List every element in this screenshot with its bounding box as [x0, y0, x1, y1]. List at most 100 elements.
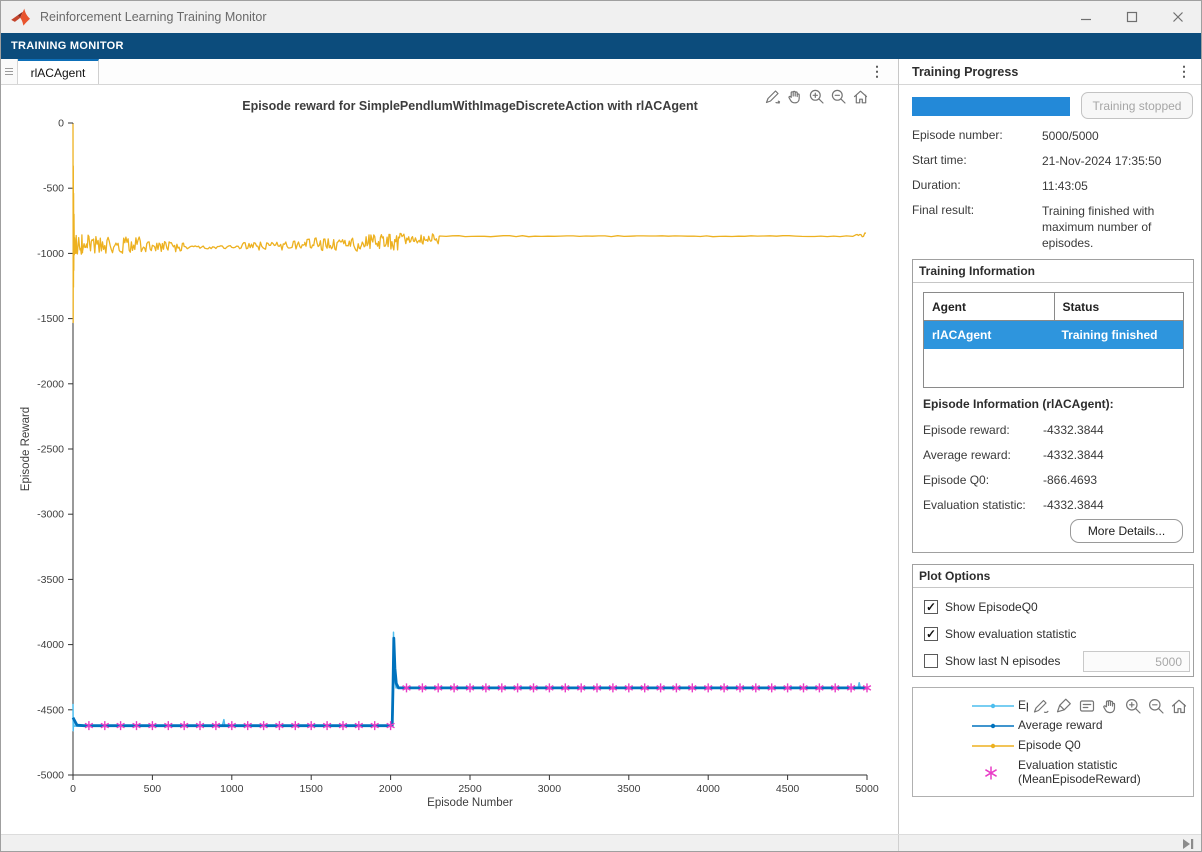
maximize-button[interactable]	[1109, 1, 1155, 33]
more-details-button[interactable]: More Details...	[1070, 519, 1183, 543]
last-n-episodes-input[interactable]	[1083, 651, 1190, 672]
legend-label: Episode Q0	[1018, 739, 1081, 753]
reward-chart: 0500100015002000250030003500400045005000…	[9, 86, 898, 832]
show-last-n-episodes-row: Show last N episodes	[924, 651, 1060, 671]
show-evaluation-statistic-row: Show evaluation statistic	[924, 624, 1076, 644]
episode-number-value: 5000/5000	[1042, 128, 1194, 144]
svg-text:3000: 3000	[538, 783, 562, 795]
brush-icon	[1055, 697, 1073, 715]
svg-text:Episode reward for SimplePendl: Episode reward for SimplePendlumWithImag…	[242, 99, 698, 113]
export-icon	[764, 88, 781, 105]
zoom-in-icon	[808, 88, 825, 105]
show-last-n-episodes-checkbox[interactable]	[924, 654, 938, 668]
pan-icon	[1101, 697, 1119, 715]
zoom-in-button[interactable]	[1122, 696, 1143, 717]
matlab-logo-icon	[11, 8, 31, 26]
training-information-title: Training Information	[919, 264, 1035, 278]
legend-entry-evaluation-statistic[interactable]: Evaluation statistic(MeanEpisodeReward)	[913, 757, 1193, 787]
document-area: rlACAgent ⋮ 0500100015002000250030003500…	[1, 59, 898, 834]
datatips-icon	[1078, 697, 1096, 715]
toolstrip-ribbon: TRAINING MONITOR	[1, 33, 1201, 59]
tab-label: rlACAgent	[31, 66, 86, 80]
svg-text:Episode Number: Episode Number	[427, 797, 513, 809]
svg-text:0: 0	[70, 783, 76, 795]
progress-fill	[912, 97, 1070, 116]
legend-label: Evaluation statistic(MeanEpisodeReward)	[1018, 759, 1141, 787]
ribbon-tab-training-monitor[interactable]: TRAINING MONITOR	[11, 40, 124, 52]
document-tab-bar: rlACAgent ⋮	[1, 59, 898, 85]
zoom-out-icon	[830, 88, 847, 105]
pan-button[interactable]	[785, 87, 804, 106]
table-row[interactable]: rlACAgent Training finished	[924, 321, 1183, 349]
final-result-value: Training finished with maximum number of…	[1042, 203, 1194, 252]
tab-rlacagent[interactable]: rlACAgent	[18, 59, 99, 84]
svg-text:-4500: -4500	[37, 704, 64, 716]
home-icon	[852, 88, 869, 105]
agent-cell: rlACAgent	[924, 321, 1054, 349]
restore-view-button[interactable]	[1168, 696, 1189, 717]
zoom-out-button[interactable]	[829, 87, 848, 106]
svg-text:1000: 1000	[220, 783, 244, 795]
svg-text:-2000: -2000	[37, 378, 64, 390]
svg-text:3500: 3500	[617, 783, 641, 795]
start-time-label: Start time:	[912, 153, 967, 167]
home-icon	[1170, 697, 1188, 715]
panel-kebab-menu-icon[interactable]: ⋮	[1177, 64, 1191, 78]
show-evaluation-statistic-label: Show evaluation statistic	[945, 627, 1076, 641]
final-result-label: Final result:	[912, 203, 974, 217]
zoom-in-button[interactable]	[807, 87, 826, 106]
pan-icon	[786, 88, 803, 105]
duration-value: 11:43:05	[1042, 178, 1194, 194]
brush-button[interactable]	[1053, 696, 1074, 717]
svg-text:5000: 5000	[855, 783, 879, 795]
pan-button[interactable]	[1099, 696, 1120, 717]
maximize-icon	[1126, 11, 1138, 23]
episode-q0-marker-icon	[971, 741, 1015, 751]
export-button[interactable]	[763, 87, 782, 106]
training-information-header: Training Information	[913, 260, 1193, 283]
skip-to-end-icon[interactable]	[1181, 838, 1195, 850]
status-cell: Training finished	[1054, 321, 1184, 349]
episode-reward-value: -4332.3844	[1043, 423, 1104, 437]
window-title: Reinforcement Learning Training Monitor	[40, 10, 267, 24]
zoom-out-button[interactable]	[1145, 696, 1166, 717]
panel-header: Training Progress ⋮	[899, 59, 1202, 85]
agent-status-table: Agent Status rlACAgent Training finished	[923, 292, 1184, 388]
datatips-button[interactable]	[1076, 696, 1097, 717]
episode-q0-value: -866.4693	[1043, 473, 1097, 487]
tab-grip-icon[interactable]	[1, 59, 18, 84]
minimize-button[interactable]	[1063, 1, 1109, 33]
svg-text:-1500: -1500	[37, 313, 64, 325]
legend-label: Average reward	[1018, 719, 1103, 733]
training-stopped-button[interactable]: Training stopped	[1081, 92, 1193, 119]
show-episodeq0-label: Show EpisodeQ0	[945, 600, 1038, 614]
legend-axes-toolbar	[1028, 693, 1191, 719]
average-reward-label: Average reward:	[923, 448, 1011, 462]
legend-entry-episode-q0[interactable]: Episode Q0	[913, 737, 1193, 755]
plot-options-title: Plot Options	[919, 569, 990, 583]
axes-toolbar	[761, 86, 872, 107]
reward-chart-svg[interactable]: 0500100015002000250030003500400045005000…	[9, 86, 898, 832]
tabbar-kebab-menu-icon[interactable]: ⋮	[870, 64, 884, 78]
svg-text:2000: 2000	[379, 783, 403, 795]
show-episodeq0-checkbox[interactable]	[924, 600, 938, 614]
episode-information-title: Episode Information (rlACAgent):	[923, 397, 1114, 411]
restore-view-button[interactable]	[851, 87, 870, 106]
episode-number-label: Episode number:	[912, 128, 1003, 142]
show-evaluation-statistic-checkbox[interactable]	[924, 627, 938, 641]
export-button[interactable]	[1030, 696, 1051, 717]
close-button[interactable]	[1155, 1, 1201, 33]
show-episodeq0-row: Show EpisodeQ0	[924, 597, 1038, 617]
main-area: rlACAgent ⋮ 0500100015002000250030003500…	[1, 59, 1201, 834]
svg-text:-3000: -3000	[37, 509, 64, 521]
column-status: Status	[1054, 293, 1184, 320]
svg-text:4000: 4000	[697, 783, 721, 795]
average-reward-marker-icon	[971, 721, 1015, 731]
svg-text:4500: 4500	[776, 783, 800, 795]
chart-legend: Episode reward Average reward Episode Q0	[912, 687, 1194, 797]
legend-entry-average-reward[interactable]: Average reward	[913, 717, 1193, 735]
training-information-group: Training Information Agent Status rlACAg…	[912, 259, 1194, 553]
svg-text:Episode Reward: Episode Reward	[20, 407, 32, 491]
tab-bar-spacer	[99, 59, 898, 84]
svg-text:1500: 1500	[300, 783, 324, 795]
